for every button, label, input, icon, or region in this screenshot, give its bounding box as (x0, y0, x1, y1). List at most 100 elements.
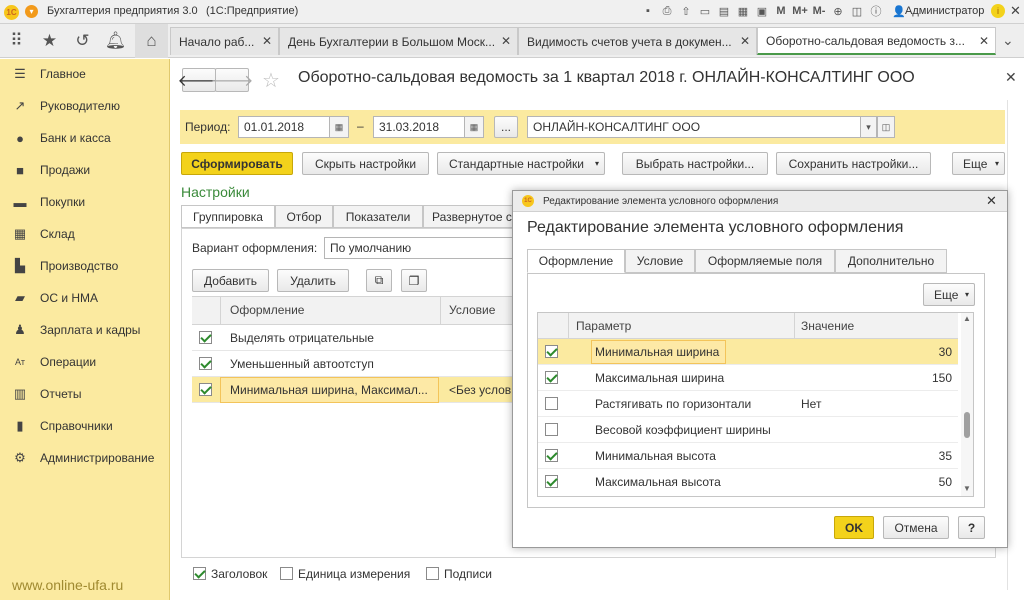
param-checkbox[interactable] (545, 345, 558, 358)
header-checkbox[interactable] (193, 567, 206, 580)
sidebar-item-purchases[interactable]: ▬ Покупки (0, 187, 170, 217)
table-row[interactable]: Выделять отрицательные (192, 325, 512, 351)
tab-accounting-day[interactable]: День Бухгалтерии в Большом Моск... ✕ (279, 27, 518, 55)
sidebar-item-production[interactable]: ▙ Производство (0, 251, 170, 281)
attach-icon[interactable]: ▭ (697, 3, 713, 19)
param-row-selected[interactable]: Минимальная ширина 30 (538, 339, 958, 365)
sidebar-item-sales[interactable]: ■ Продажи (0, 155, 170, 185)
save-settings-button[interactable]: Сохранить настройки... (776, 152, 931, 175)
tab-indicators[interactable]: Показатели (333, 205, 423, 228)
apps-grid-icon[interactable]: ⠿ (0, 24, 33, 58)
tab-start[interactable]: Начало раб... ✕ (170, 27, 279, 55)
cancel-button[interactable]: Отмена (883, 516, 949, 539)
window-menu-icon[interactable]: i (991, 4, 1005, 18)
tab-close-icon[interactable]: ✕ (979, 34, 989, 48)
info-icon[interactable]: ⓘ (868, 3, 884, 19)
param-row[interactable]: Весовой коэффициент ширины (538, 417, 958, 443)
tab-account-visibility[interactable]: Видимость счетов учета в докумен... ✕ (518, 27, 757, 55)
param-row[interactable]: Максимальная ширина 150 (538, 365, 958, 391)
favorite-star-icon[interactable]: ☆ (262, 68, 280, 93)
column-header-condition[interactable]: Условие (449, 296, 495, 324)
standard-settings-button[interactable]: Стандартные настройки ▾ (437, 152, 605, 175)
calendar-icon[interactable]: ▣ (754, 3, 770, 19)
bell-icon[interactable]: 🔔︎ (99, 24, 132, 58)
memory-minus-icon[interactable]: M- (811, 3, 827, 19)
dialog-close-icon[interactable]: ✕ (986, 193, 997, 209)
sidebar-item-manager[interactable]: ↗ Руководителю (0, 91, 170, 121)
sidebar-item-references[interactable]: ▮ Справочники (0, 411, 170, 441)
param-checkbox[interactable] (545, 397, 558, 410)
param-row[interactable]: Минимальная высота 35 (538, 443, 958, 469)
tabs-menu-chevron-icon[interactable]: ⌄ (1002, 32, 1014, 49)
sidebar-item-bank[interactable]: ● Банк и касса (0, 123, 170, 153)
row-checkbox[interactable] (199, 383, 212, 396)
organization-dropdown-icon[interactable]: ▾ (860, 116, 877, 138)
calculator-icon[interactable]: ▦ (735, 3, 751, 19)
dialog-tab-format[interactable]: Оформление (527, 249, 625, 273)
memory-plus-icon[interactable]: M+ (792, 3, 808, 19)
param-checkbox[interactable] (545, 371, 558, 384)
tab-grouping[interactable]: Группировка (181, 205, 275, 228)
scroll-thumb[interactable] (964, 412, 970, 438)
organization-field[interactable]: ОНЛАЙН-КОНСАЛТИНГ ООО (527, 116, 861, 138)
window-close-icon[interactable]: ✕ (1010, 3, 1021, 19)
home-icon[interactable]: ⌂ (135, 24, 168, 58)
scroll-up-icon[interactable]: ▲ (963, 314, 971, 323)
date-from-field[interactable]: 01.01.2018 (238, 116, 330, 138)
choose-settings-button[interactable]: Выбрать настройки... (622, 152, 768, 175)
column-header-format[interactable]: Оформление (230, 296, 304, 324)
variant-field[interactable]: По умолчанию (324, 237, 514, 259)
param-row[interactable]: Максимальная высота 50 (538, 469, 958, 495)
print-icon[interactable]: ⎙ (659, 3, 675, 19)
clip-icon[interactable]: ▤ (716, 3, 732, 19)
date-to-field[interactable]: 31.03.2018 (373, 116, 465, 138)
add-button[interactable]: Добавить (192, 269, 269, 292)
sidebar-item-admin[interactable]: ⚙ Администрирование (0, 443, 170, 473)
ok-button[interactable]: OK (834, 516, 874, 539)
main-menu-icon[interactable]: ▾ (25, 5, 38, 18)
more-button[interactable]: Еще ▾ (952, 152, 1005, 175)
param-table-scrollbar[interactable] (961, 313, 973, 496)
sidebar-item-assets[interactable]: ▰ ОС и НМА (0, 283, 170, 313)
upload-icon[interactable]: ⇧ (678, 3, 694, 19)
sidebar-item-warehouse[interactable]: ▦ Склад (0, 219, 170, 249)
param-checkbox[interactable] (545, 449, 558, 462)
zoom-icon[interactable]: ⊕ (830, 3, 846, 19)
dialog-tab-condition[interactable]: Условие (625, 249, 695, 273)
param-row[interactable]: Растягивать по горизонтали Нет (538, 391, 958, 417)
organization-open-icon[interactable]: ◫ (877, 116, 895, 138)
dialog-tab-additional[interactable]: Дополнительно (835, 249, 947, 273)
tab-expanded[interactable]: Развернутое с (423, 205, 513, 228)
main-scrollbar[interactable] (1007, 100, 1017, 590)
tab-close-icon[interactable]: ✕ (262, 34, 272, 48)
column-header-param[interactable]: Параметр (576, 312, 631, 340)
help-button[interactable]: ? (958, 516, 985, 539)
tab-close-icon[interactable]: ✕ (501, 34, 511, 48)
history-icon[interactable]: ↺ (66, 24, 99, 58)
copy-format-icon[interactable]: ❐ (401, 269, 427, 292)
unit-checkbox[interactable] (280, 567, 293, 580)
tab-trial-balance[interactable]: Оборотно-сальдовая ведомость з... ✕ (757, 27, 996, 55)
forward-button[interactable]: 🡒 (211, 68, 253, 92)
copy-icon[interactable]: ⧉ (366, 269, 392, 292)
dialog-more-button[interactable]: Еще ▾ (923, 283, 975, 306)
sidebar-item-reports[interactable]: ▥ Отчеты (0, 379, 170, 409)
user-icon[interactable]: 👤 (892, 5, 906, 18)
hide-settings-button[interactable]: Скрыть настройки (302, 152, 429, 175)
calendar-from-icon[interactable]: ▦ (329, 116, 349, 138)
period-select-button[interactable]: ... (494, 116, 518, 138)
favorites-star-icon[interactable]: ★ (33, 24, 66, 58)
scroll-down-icon[interactable]: ▼ (963, 484, 971, 493)
column-header-value[interactable]: Значение (801, 312, 854, 340)
dialog-tab-fields[interactable]: Оформляемые поля (695, 249, 835, 273)
close-report-icon[interactable]: ✕ (1005, 69, 1017, 86)
save-icon[interactable]: ▪ (640, 3, 656, 19)
tab-close-icon[interactable]: ✕ (740, 34, 750, 48)
tab-filter[interactable]: Отбор (275, 205, 333, 228)
row-checkbox[interactable] (199, 357, 212, 370)
generate-button[interactable]: Сформировать (181, 152, 293, 175)
param-checkbox[interactable] (545, 475, 558, 488)
table-row[interactable]: Уменьшенный автоотступ (192, 351, 512, 377)
user-name[interactable]: Администратор (905, 5, 984, 17)
signatures-checkbox[interactable] (426, 567, 439, 580)
